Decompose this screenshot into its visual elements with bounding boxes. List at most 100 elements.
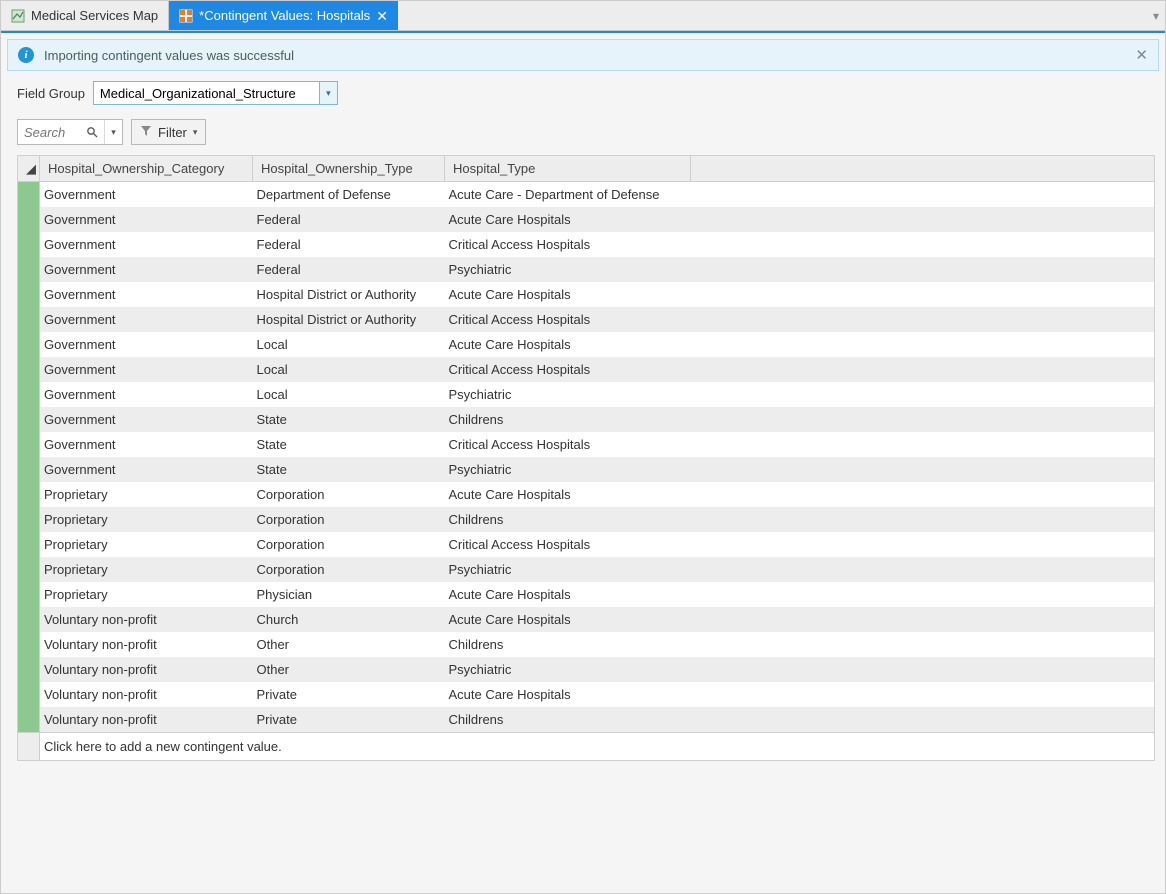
cell[interactable]: Critical Access Hospitals — [445, 532, 691, 557]
tab-contingent-values-hospitals[interactable]: *Contingent Values: Hospitals ✕ — [169, 1, 398, 30]
cell[interactable]: Childrens — [445, 707, 691, 733]
row-handle[interactable] — [18, 607, 40, 632]
table-row[interactable]: GovernmentFederalCritical Access Hospita… — [18, 232, 1155, 257]
cell[interactable]: Corporation — [253, 482, 445, 507]
table-row[interactable]: Voluntary non-profitPrivateAcute Care Ho… — [18, 682, 1155, 707]
cell[interactable]: Critical Access Hospitals — [445, 432, 691, 457]
table-row[interactable]: GovernmentHospital District or Authority… — [18, 307, 1155, 332]
table-row[interactable]: GovernmentLocalPsychiatric — [18, 382, 1155, 407]
cell[interactable]: Local — [253, 357, 445, 382]
cell[interactable]: Government — [40, 257, 253, 282]
table-row[interactable]: GovernmentStateChildrens — [18, 407, 1155, 432]
cell[interactable]: Acute Care Hospitals — [445, 282, 691, 307]
cell[interactable]: Psychiatric — [445, 257, 691, 282]
search-box[interactable]: ▾ — [17, 119, 123, 145]
cell[interactable]: Local — [253, 332, 445, 357]
cell[interactable]: Acute Care Hospitals — [445, 332, 691, 357]
cell[interactable]: Proprietary — [40, 507, 253, 532]
row-handle[interactable] — [18, 707, 40, 733]
cell[interactable]: Voluntary non-profit — [40, 682, 253, 707]
cell[interactable]: Acute Care Hospitals — [445, 582, 691, 607]
row-handle[interactable] — [18, 532, 40, 557]
chevron-down-icon[interactable]: ▾ — [104, 120, 122, 144]
table-row[interactable]: ProprietaryPhysicianAcute Care Hospitals — [18, 582, 1155, 607]
close-icon[interactable]: ✕ — [1135, 46, 1148, 64]
cell[interactable]: Department of Defense — [253, 182, 445, 208]
row-handle[interactable] — [18, 182, 40, 208]
corner-cell[interactable]: ◢ — [18, 156, 40, 182]
row-handle[interactable] — [18, 682, 40, 707]
add-new-row[interactable]: Click here to add a new contingent value… — [17, 733, 1155, 761]
cell[interactable]: Other — [253, 632, 445, 657]
cell[interactable]: Voluntary non-profit — [40, 707, 253, 733]
cell[interactable]: Acute Care Hospitals — [445, 607, 691, 632]
row-handle[interactable] — [18, 482, 40, 507]
cell[interactable]: Acute Care Hospitals — [445, 682, 691, 707]
cell[interactable]: Government — [40, 432, 253, 457]
table-row[interactable]: GovernmentHospital District or Authority… — [18, 282, 1155, 307]
table-row[interactable]: Voluntary non-profitChurchAcute Care Hos… — [18, 607, 1155, 632]
row-handle[interactable] — [18, 207, 40, 232]
row-handle[interactable] — [18, 457, 40, 482]
column-header[interactable]: Hospital_Ownership_Type — [253, 156, 445, 182]
cell[interactable]: Other — [253, 657, 445, 682]
tab-options-chevron[interactable]: ▾ — [1153, 1, 1159, 31]
field-group-dropdown[interactable]: ▾ — [93, 81, 338, 105]
row-handle[interactable] — [18, 507, 40, 532]
cell[interactable]: Childrens — [445, 507, 691, 532]
cell[interactable]: Childrens — [445, 407, 691, 432]
table-row[interactable]: ProprietaryCorporationCritical Access Ho… — [18, 532, 1155, 557]
cell[interactable]: Government — [40, 307, 253, 332]
table-row[interactable]: ProprietaryCorporationChildrens — [18, 507, 1155, 532]
cell[interactable]: Corporation — [253, 507, 445, 532]
cell[interactable]: Psychiatric — [445, 382, 691, 407]
cell[interactable]: Government — [40, 407, 253, 432]
cell[interactable]: Acute Care - Department of Defense — [445, 182, 691, 208]
cell[interactable]: Acute Care Hospitals — [445, 207, 691, 232]
table-row[interactable]: GovernmentFederalPsychiatric — [18, 257, 1155, 282]
row-handle[interactable] — [18, 357, 40, 382]
cell[interactable]: Voluntary non-profit — [40, 632, 253, 657]
row-handle[interactable] — [18, 307, 40, 332]
row-handle[interactable] — [18, 282, 40, 307]
table-row[interactable]: GovernmentStateCritical Access Hospitals — [18, 432, 1155, 457]
table-row[interactable]: Voluntary non-profitOtherPsychiatric — [18, 657, 1155, 682]
row-handle[interactable] — [18, 382, 40, 407]
cell[interactable]: Voluntary non-profit — [40, 657, 253, 682]
cell[interactable]: Government — [40, 457, 253, 482]
cell[interactable]: Government — [40, 357, 253, 382]
cell[interactable]: State — [253, 432, 445, 457]
search-input[interactable] — [18, 123, 80, 142]
field-group-input[interactable] — [94, 84, 319, 103]
cell[interactable]: Federal — [253, 207, 445, 232]
cell[interactable]: Church — [253, 607, 445, 632]
column-header[interactable]: Hospital_Type — [445, 156, 691, 182]
row-handle[interactable] — [18, 582, 40, 607]
cell[interactable]: Childrens — [445, 632, 691, 657]
cell[interactable]: Corporation — [253, 532, 445, 557]
cell[interactable]: Corporation — [253, 557, 445, 582]
column-header[interactable]: Hospital_Ownership_Category — [40, 156, 253, 182]
cell[interactable]: Private — [253, 707, 445, 733]
cell[interactable]: Critical Access Hospitals — [445, 357, 691, 382]
cell[interactable]: Private — [253, 682, 445, 707]
cell[interactable]: Government — [40, 232, 253, 257]
cell[interactable]: Proprietary — [40, 582, 253, 607]
cell[interactable]: Proprietary — [40, 532, 253, 557]
row-handle[interactable] — [18, 432, 40, 457]
cell[interactable]: Critical Access Hospitals — [445, 232, 691, 257]
cell[interactable]: Psychiatric — [445, 457, 691, 482]
row-handle[interactable] — [18, 557, 40, 582]
cell[interactable]: Acute Care Hospitals — [445, 482, 691, 507]
cell[interactable]: Proprietary — [40, 482, 253, 507]
table-row[interactable]: Voluntary non-profitOtherChildrens — [18, 632, 1155, 657]
search-icon[interactable] — [80, 120, 104, 144]
cell[interactable]: Government — [40, 282, 253, 307]
chevron-down-icon[interactable]: ▾ — [319, 82, 337, 104]
table-row[interactable]: Voluntary non-profitPrivateChildrens — [18, 707, 1155, 733]
close-icon[interactable]: ✕ — [376, 9, 388, 23]
cell[interactable]: Physician — [253, 582, 445, 607]
row-handle[interactable] — [18, 332, 40, 357]
table-row[interactable]: GovernmentLocalCritical Access Hospitals — [18, 357, 1155, 382]
table-row[interactable]: ProprietaryCorporationAcute Care Hospita… — [18, 482, 1155, 507]
